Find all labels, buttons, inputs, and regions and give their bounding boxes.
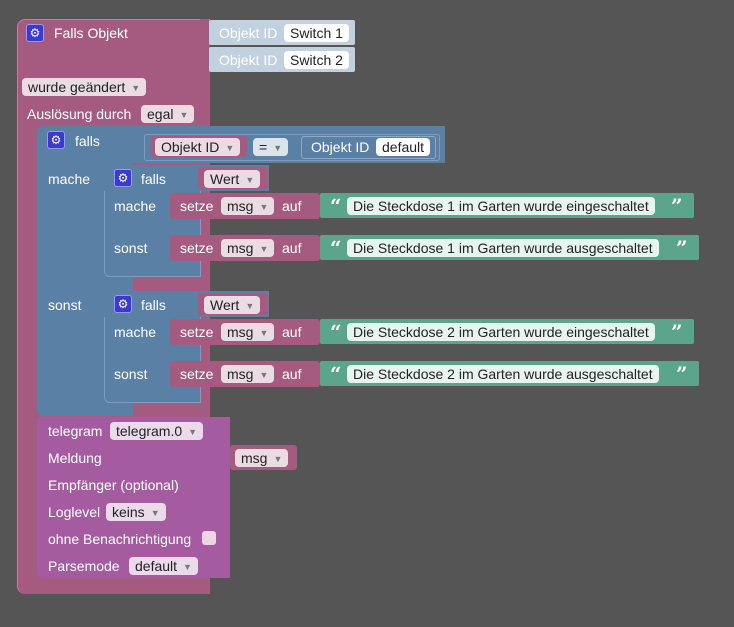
if-mache-label: mache: [114, 198, 157, 214]
gear-icon[interactable]: ⚙: [26, 24, 44, 42]
chevron-down-icon: ▼: [179, 110, 189, 120]
object-id-dropdown[interactable]: Objekt ID ▼: [155, 138, 241, 156]
parsemode-label: Parsemode: [48, 558, 120, 574]
loglevel-dropdown[interactable]: keins ▼: [106, 503, 166, 521]
chevron-down-icon: ▼: [188, 427, 198, 437]
quote-open-icon: “: [330, 194, 342, 218]
gear-icon[interactable]: ⚙: [114, 169, 132, 187]
value-dropdown[interactable]: Wert ▼: [204, 170, 261, 188]
chevron-down-icon: ▼: [273, 143, 283, 153]
if-sonst-label: sonst: [114, 366, 148, 382]
if-sonst-label: sonst: [48, 297, 82, 313]
loglevel-label: Loglevel: [48, 504, 101, 520]
if-mache-label: mache: [114, 324, 157, 340]
chevron-down-icon: ▼: [259, 370, 269, 380]
chevron-down-icon: ▼: [225, 143, 235, 153]
trigger-block-top-connector: [200, 19, 209, 73]
quote-close-icon: ”: [676, 236, 688, 260]
chevron-down-icon: ▼: [245, 301, 255, 311]
chevron-down-icon: ▼: [131, 83, 141, 93]
object-id-value[interactable]: Switch 1: [284, 24, 349, 42]
variable-dropdown[interactable]: msg ▼: [221, 323, 275, 341]
telegram-block[interactable]: [37, 417, 230, 578]
chevron-down-icon: ▼: [245, 175, 255, 185]
quote-open-icon: “: [330, 362, 342, 386]
gear-icon[interactable]: ⚙: [114, 295, 132, 313]
parsemode-dropdown[interactable]: default ▼: [129, 557, 198, 575]
silent-label: ohne Benachrichtigung: [48, 531, 192, 547]
quote-close-icon: ”: [671, 194, 683, 218]
object-id-label: Objekt ID: [219, 25, 278, 41]
text-value[interactable]: Die Steckdose 1 im Garten wurde ausgesch…: [347, 239, 659, 257]
if-falls-label: falls: [141, 171, 166, 187]
object-id-label: Objekt ID: [219, 52, 278, 68]
condition-dropdown[interactable]: wurde geändert ▼: [22, 78, 147, 96]
message-label: Meldung: [48, 450, 102, 466]
if-sonst-label: sonst: [114, 240, 148, 256]
object-id-value[interactable]: Switch 2: [284, 51, 349, 69]
chevron-down-icon: ▼: [273, 454, 283, 464]
quote-close-icon: ”: [671, 320, 683, 344]
if-falls-label: falls: [75, 133, 100, 149]
operator-dropdown[interactable]: = ▼: [253, 138, 289, 156]
variable-dropdown[interactable]: msg ▼: [221, 365, 275, 383]
auf-label: auf: [282, 366, 302, 382]
set-label: setze: [180, 366, 214, 382]
trigger-by-dropdown[interactable]: egal ▼: [141, 105, 195, 123]
chevron-down-icon: ▼: [259, 244, 269, 254]
object-id-label: Objekt ID: [311, 139, 370, 155]
chevron-down-icon: ▼: [259, 328, 269, 338]
message-variable-dropdown[interactable]: msg ▼: [235, 449, 289, 467]
quote-open-icon: “: [330, 236, 342, 260]
silent-checkbox[interactable]: [202, 531, 216, 545]
variable-dropdown[interactable]: msg ▼: [221, 197, 275, 215]
set-label: setze: [180, 198, 214, 214]
chevron-down-icon: ▼: [150, 508, 160, 518]
trigger-title: Falls Objekt: [54, 25, 128, 41]
quote-close-icon: ”: [676, 362, 688, 386]
variable-dropdown[interactable]: msg ▼: [221, 239, 275, 257]
text-value[interactable]: Die Steckdose 2 im Garten wurde ausgesch…: [347, 365, 659, 383]
value-dropdown[interactable]: Wert ▼: [204, 296, 261, 314]
set-label: setze: [180, 324, 214, 340]
auf-label: auf: [282, 240, 302, 256]
telegram-instance-dropdown[interactable]: telegram.0 ▼: [110, 422, 204, 440]
text-value[interactable]: Die Steckdose 2 im Garten wurde eingesch…: [347, 323, 655, 341]
quote-open-icon: “: [330, 320, 342, 344]
trigger-by-label: Auslösung durch: [27, 106, 132, 122]
object-id-default-value[interactable]: default: [376, 138, 431, 156]
recipient-label: Empfänger (optional): [48, 477, 179, 493]
gear-icon[interactable]: ⚙: [47, 131, 65, 149]
if-falls-label: falls: [141, 297, 166, 313]
auf-label: auf: [282, 198, 302, 214]
chevron-down-icon: ▼: [183, 562, 192, 572]
chevron-down-icon: ▼: [259, 202, 269, 212]
telegram-label: telegram: [48, 423, 103, 439]
auf-label: auf: [282, 324, 302, 340]
text-value[interactable]: Die Steckdose 1 im Garten wurde eingesch…: [347, 197, 655, 215]
set-label: setze: [180, 240, 214, 256]
if-mache-label: mache: [48, 171, 91, 187]
